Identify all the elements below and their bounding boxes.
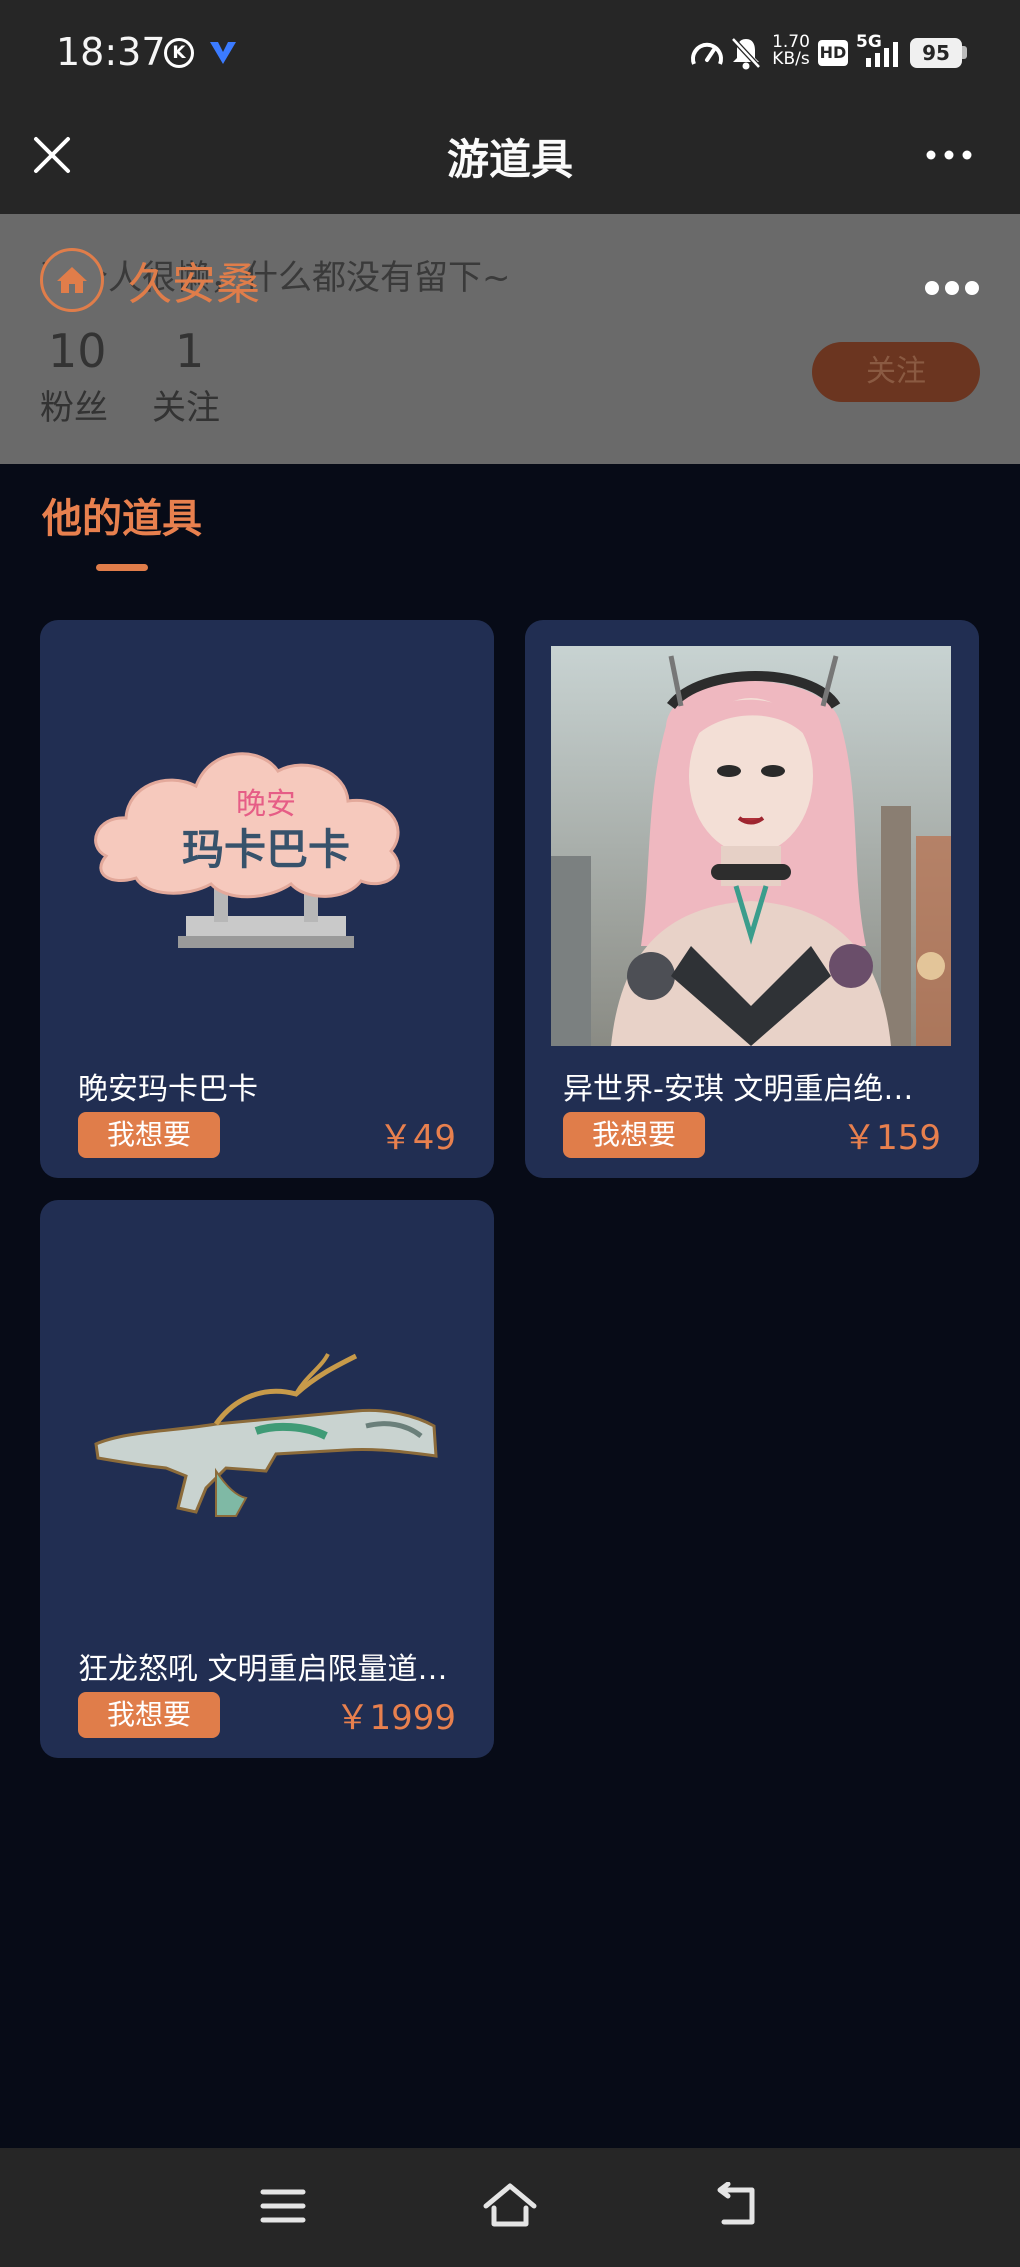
profile-signature: 这个人很懒，什么都没有留下~ — [40, 258, 511, 298]
speedometer-icon — [691, 42, 723, 65]
more-options-icon[interactable] — [924, 147, 974, 163]
hd-icon: HD — [818, 40, 848, 66]
want-button[interactable]: 我想要 — [78, 1692, 220, 1738]
follow-button[interactable]: 关注 — [812, 342, 980, 402]
avatar[interactable] — [40, 248, 104, 312]
item-card[interactable]: 狂龙怒吼 文明重启限量道… 我想要 ￥1999 — [40, 1200, 494, 1758]
section-title[interactable]: 他的道具 — [42, 486, 202, 544]
section-underline — [96, 564, 148, 571]
profile-header: 这个人很懒，什么都没有留下~ 久安桑 10 粉丝 1 关注 关注 — [0, 214, 1020, 464]
item-image-text-bottom: 玛卡巴卡 — [182, 825, 350, 874]
item-title: 异世界-安琪 文明重启绝… — [563, 1072, 914, 1107]
home-icon — [57, 267, 87, 293]
item-price: ￥1999 — [335, 1698, 456, 1738]
k-app-icon: K — [164, 38, 194, 68]
network-speed-unit: KB/s — [772, 49, 810, 69]
item-image-text-top: 晚安 — [236, 787, 296, 822]
following-label[interactable]: 关注 — [152, 380, 220, 429]
item-price: ￥49 — [378, 1118, 456, 1158]
menu-icon[interactable] — [258, 2186, 308, 2226]
following-count: 1 — [175, 324, 205, 378]
fans-count: 10 — [48, 324, 107, 378]
network-speed: 1.70 KB/s — [772, 34, 810, 68]
signal-icon — [866, 42, 898, 67]
item-price: ￥159 — [842, 1118, 941, 1158]
item-title: 晚安玛卡巴卡 — [78, 1072, 258, 1107]
profile-more-icon[interactable] — [924, 278, 980, 298]
want-button[interactable]: 我想要 — [563, 1112, 705, 1158]
item-title: 狂龙怒吼 文明重启限量道… — [78, 1652, 448, 1687]
fans-label[interactable]: 粉丝 — [40, 380, 108, 429]
battery-indicator: 95 — [910, 38, 962, 68]
status-bar: 18:37 K 1.70 KB/s HD 5G 95 — [0, 0, 1020, 110]
item-card[interactable]: 异世界-安琪 文明重启绝… 我想要 ￥159 — [525, 620, 979, 1178]
item-image-dragon-rifle — [94, 1353, 438, 1517]
home-nav-icon[interactable] — [480, 2180, 540, 2230]
item-image-cloud-sign: 晚安 玛卡巴卡 — [94, 752, 400, 948]
want-button[interactable]: 我想要 — [78, 1112, 220, 1158]
bell-muted-icon — [731, 37, 761, 70]
battery-tip — [962, 46, 967, 59]
item-image-character-portrait — [551, 646, 951, 1046]
item-card[interactable]: 晚安 玛卡巴卡 晚安玛卡巴卡 我想要 ￥49 — [40, 620, 494, 1178]
status-time: 18:37 — [56, 30, 166, 74]
page-title: 游道具 — [446, 135, 573, 184]
back-icon[interactable] — [712, 2182, 762, 2228]
username: 久安桑 — [128, 259, 260, 310]
v-app-icon — [210, 42, 236, 64]
